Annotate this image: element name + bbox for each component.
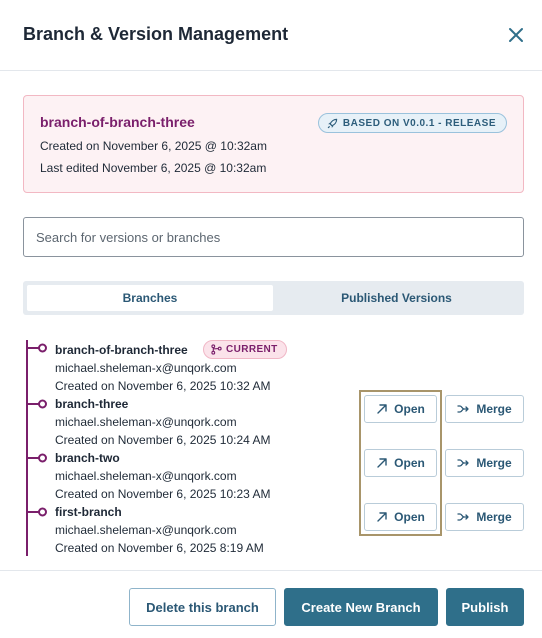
close-icon xyxy=(509,28,523,42)
merge-button-label: Merge xyxy=(476,402,512,416)
delete-branch-button[interactable]: Delete this branch xyxy=(129,588,276,626)
tab-published-versions[interactable]: Published Versions xyxy=(273,285,520,311)
branch-user: michael.sheleman-x@unqork.com xyxy=(55,469,237,483)
dialog-footer: Delete this branch Create New Branch Pub… xyxy=(0,570,542,638)
branch-name: first-branch xyxy=(55,505,122,519)
merge-icon xyxy=(457,405,469,413)
branch-created: Created on November 6, 2025 8:19 AM xyxy=(55,541,264,555)
merge-icon xyxy=(457,459,469,467)
arrow-up-right-icon xyxy=(377,458,387,468)
branch-user: michael.sheleman-x@unqork.com xyxy=(55,415,237,429)
merge-button[interactable]: Merge xyxy=(445,503,524,531)
branch-created: Created on November 6, 2025 10:23 AM xyxy=(55,487,271,501)
open-button[interactable]: Open xyxy=(364,503,437,531)
merge-button-label: Merge xyxy=(476,456,512,470)
branch-user: michael.sheleman-x@unqork.com xyxy=(55,523,237,537)
open-button-label: Open xyxy=(394,456,425,470)
branch-tree-line xyxy=(26,340,28,556)
branch-name: branch-two xyxy=(55,451,120,465)
open-button-label: Open xyxy=(394,510,425,524)
created-date: Created on November 6, 2025 @ 10:32am xyxy=(40,139,267,153)
merge-button-label: Merge xyxy=(476,510,512,524)
tab-branches[interactable]: Branches xyxy=(27,285,273,311)
arrow-up-right-icon xyxy=(377,404,387,414)
branch-name: branch-three xyxy=(55,397,129,411)
based-on-badge-label: BASED ON V0.0.1 - RELEASE xyxy=(342,117,496,129)
current-badge-label: CURRENT xyxy=(226,344,278,355)
branch-icon xyxy=(211,344,222,355)
open-button[interactable]: Open xyxy=(364,449,437,477)
current-branch-name: branch-of-branch-three xyxy=(40,114,195,130)
branch-node-icon xyxy=(26,453,47,463)
branch-node-icon xyxy=(26,343,47,353)
tab-bar: Branches Published Versions xyxy=(23,281,524,315)
merge-button[interactable]: Merge xyxy=(445,449,524,477)
arrow-up-right-icon xyxy=(377,512,387,522)
close-button[interactable] xyxy=(506,25,526,45)
branch-node-icon xyxy=(26,399,47,409)
create-new-branch-button[interactable]: Create New Branch xyxy=(284,588,438,626)
branch-node-icon xyxy=(26,507,47,517)
publish-button[interactable]: Publish xyxy=(446,588,524,626)
search-input[interactable] xyxy=(23,217,524,257)
current-branch-card: branch-of-branch-three BASED ON V0.0.1 -… xyxy=(23,95,524,193)
last-edited-date: Last edited November 6, 2025 @ 10:32am xyxy=(40,161,267,175)
dialog-header: Branch & Version Management xyxy=(0,0,542,71)
branch-created: Created on November 6, 2025 10:24 AM xyxy=(55,433,271,447)
dialog-title: Branch & Version Management xyxy=(23,24,289,44)
merge-icon xyxy=(457,513,469,521)
current-badge: CURRENT xyxy=(203,340,287,359)
merge-button[interactable]: Merge xyxy=(445,395,524,423)
branch-created: Created on November 6, 2025 10:32 AM xyxy=(55,379,271,393)
open-button-label: Open xyxy=(394,402,425,416)
branch-user: michael.sheleman-x@unqork.com xyxy=(55,361,237,375)
branch-name: branch-of-branch-three xyxy=(55,343,188,357)
rocket-icon xyxy=(327,118,338,128)
open-button[interactable]: Open xyxy=(364,395,437,423)
based-on-badge: BASED ON V0.0.1 - RELEASE xyxy=(317,113,507,133)
